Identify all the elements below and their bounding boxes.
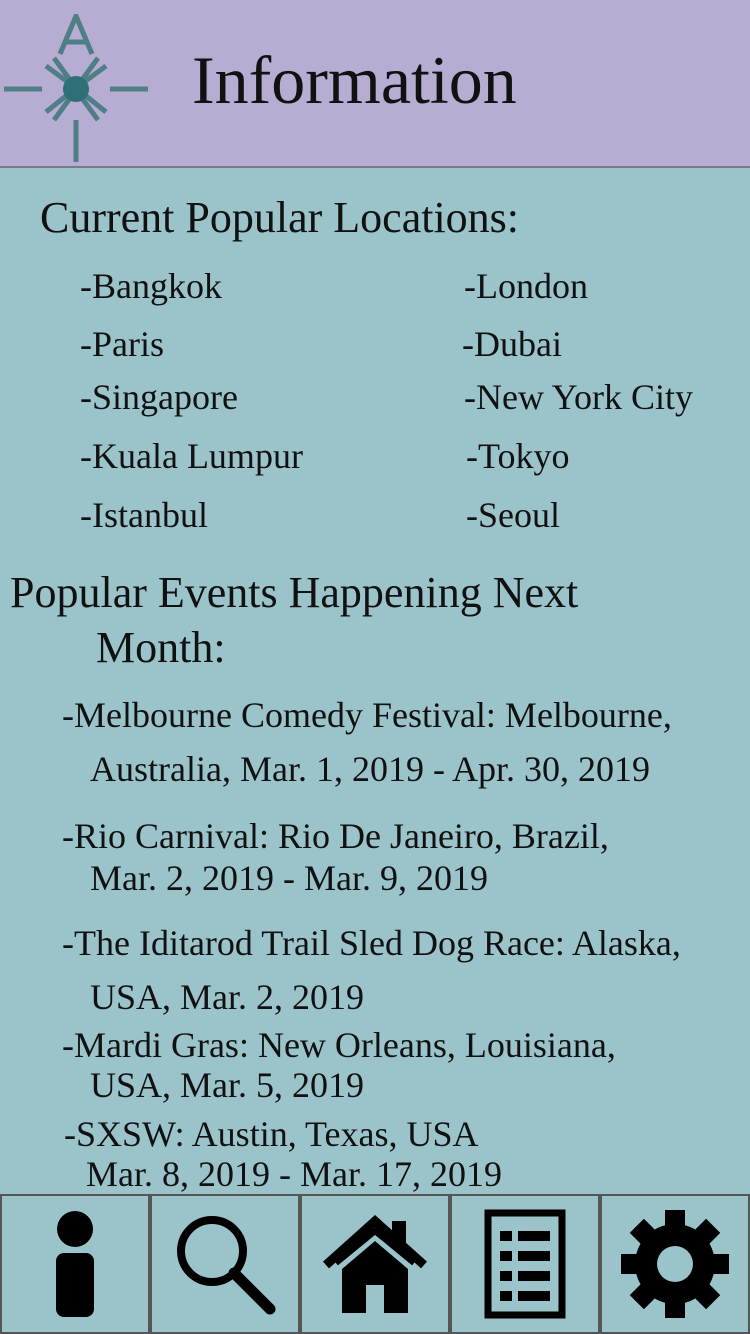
- event-details: Australia, Mar. 1, 2019 - Apr. 30, 2019: [90, 749, 650, 789]
- event-item: -Melbourne Comedy Festival: Melbourne, A…: [62, 697, 672, 787]
- location-item: -Dubai: [462, 324, 562, 364]
- tab-list[interactable]: [450, 1194, 600, 1334]
- event-title: -Melbourne Comedy Festival: Melbourne,: [62, 695, 672, 735]
- list-icon: [484, 1209, 566, 1319]
- location-item: -Bangkok: [80, 266, 222, 306]
- location-item: -Singapore: [80, 377, 238, 417]
- home-icon: [322, 1214, 428, 1313]
- tab-home[interactable]: [300, 1194, 450, 1334]
- compass-logo-icon: [4, 14, 148, 162]
- tab-settings[interactable]: [600, 1194, 750, 1334]
- location-item: -New York City: [464, 377, 694, 417]
- location-item: -London: [464, 266, 588, 306]
- event-item: -The Iditarod Trail Sled Dog Race: Alask…: [62, 925, 681, 1015]
- event-title: -Rio Carnival: Rio De Janeiro, Brazil,: [62, 816, 609, 856]
- event-item: -SXSW: Austin, Texas, USA Mar. 8, 2019 -…: [62, 1116, 502, 1192]
- events-heading-line1: Popular Events Happening Next: [10, 568, 579, 617]
- bottom-tab-bar: [0, 1194, 750, 1334]
- events-heading: Popular Events Happening Next Month:: [10, 565, 578, 675]
- event-title: -The Iditarod Trail Sled Dog Race: Alask…: [62, 923, 681, 963]
- location-item: -Tokyo: [466, 436, 570, 476]
- event-title: -SXSW: Austin, Texas, USA: [64, 1114, 479, 1154]
- event-item: -Mardi Gras: New Orleans, Louisiana, USA…: [62, 1027, 616, 1103]
- location-item: -Seoul: [466, 495, 560, 535]
- event-details: Mar. 2, 2019 - Mar. 9, 2019: [90, 858, 488, 898]
- tab-info[interactable]: [0, 1194, 150, 1334]
- location-item: -Paris: [80, 324, 164, 364]
- event-title: -Mardi Gras: New Orleans, Louisiana,: [62, 1025, 616, 1065]
- event-details: USA, Mar. 5, 2019: [90, 1065, 365, 1105]
- gear-icon: [621, 1210, 729, 1318]
- header: Information: [0, 0, 750, 168]
- tab-search[interactable]: [150, 1194, 300, 1334]
- page-title: Information: [192, 42, 517, 118]
- info-icon: [56, 1211, 94, 1317]
- event-details: Mar. 8, 2019 - Mar. 17, 2019: [86, 1154, 502, 1194]
- event-details: USA, Mar. 2, 2019: [90, 977, 365, 1017]
- search-icon: [177, 1216, 276, 1315]
- events-heading-line2: Month:: [96, 623, 226, 672]
- locations-heading: Current Popular Locations:: [40, 193, 520, 242]
- event-item: -Rio Carnival: Rio De Janeiro, Brazil, M…: [62, 818, 609, 896]
- location-item: -Kuala Lumpur: [80, 436, 303, 476]
- location-item: -Istanbul: [80, 495, 208, 535]
